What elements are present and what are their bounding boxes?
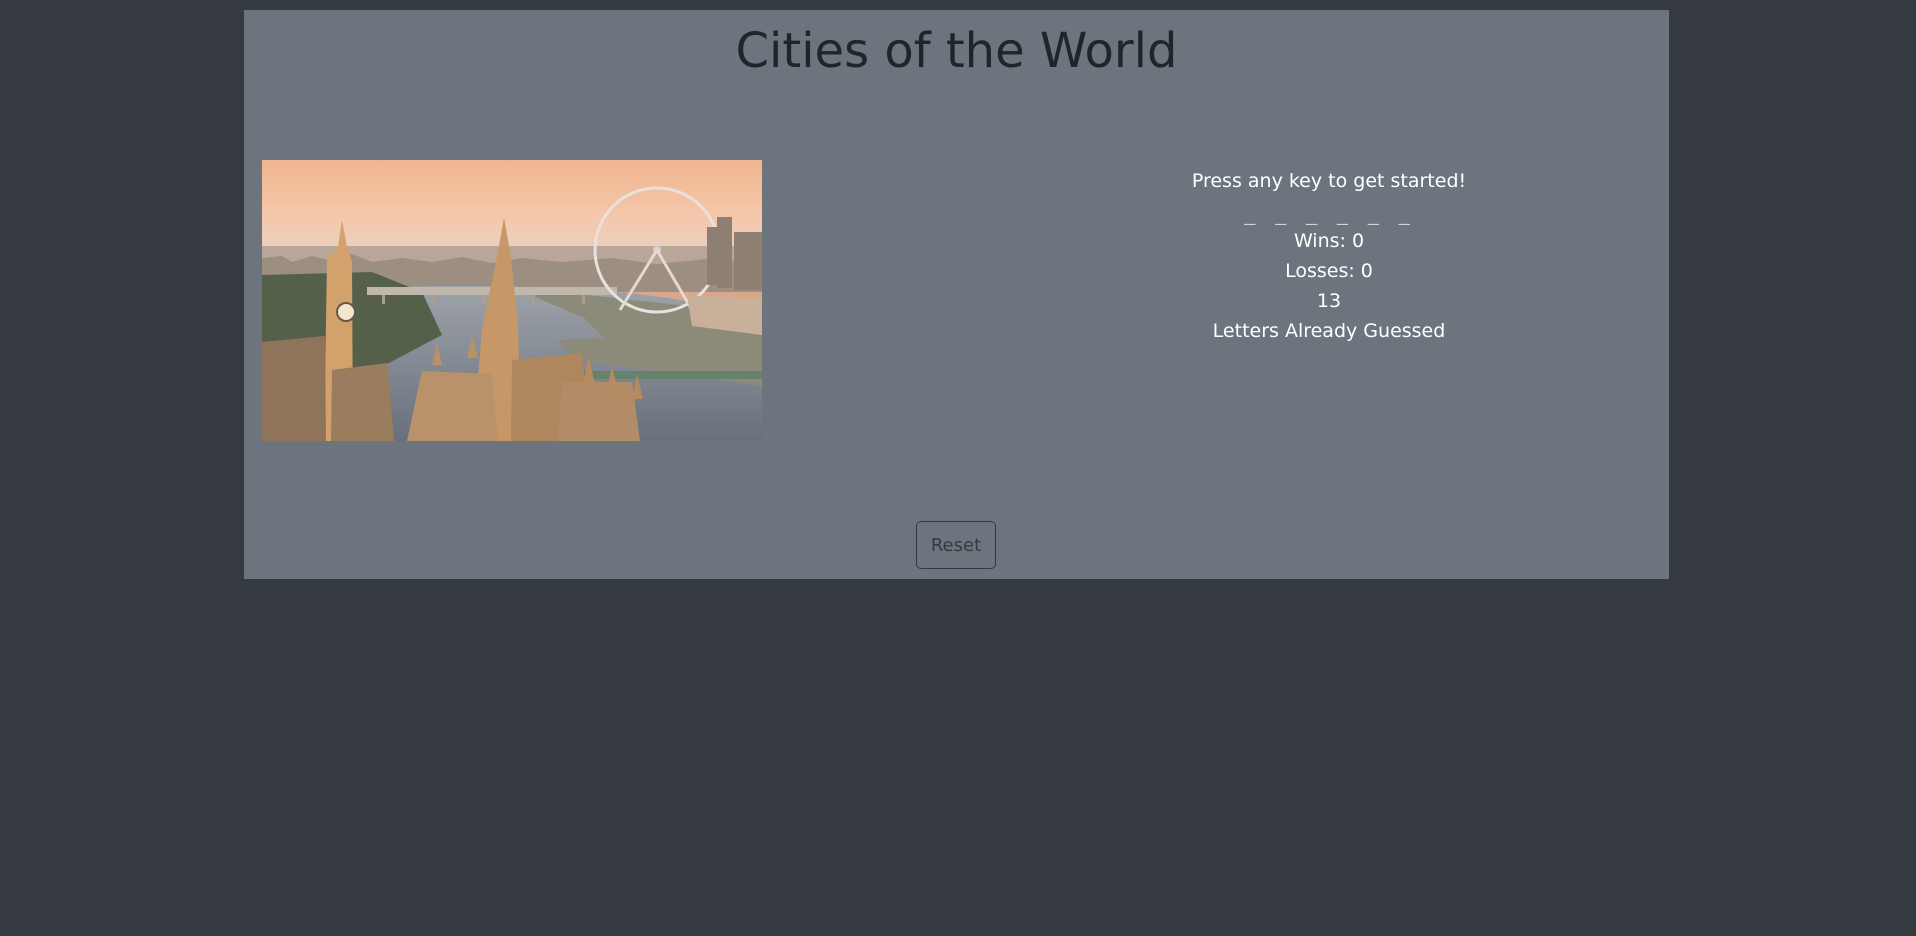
london-skyline-illustration — [262, 160, 762, 441]
reset-button[interactable]: Reset — [916, 521, 996, 569]
guesses-remaining: 13 — [1316, 290, 1342, 312]
losses-count: Losses: 0 — [1285, 260, 1373, 282]
city-image — [262, 160, 762, 441]
word-blanks: _ _ _ _ _ _ — [1244, 203, 1414, 225]
page-title: Cities of the World — [735, 23, 1178, 79]
wins-count: Wins: 0 — [1293, 230, 1365, 252]
game-status: Press any key to get started! _ _ _ _ _ … — [1079, 166, 1579, 346]
letters-guessed-label: Letters Already Guessed — [1212, 320, 1446, 342]
game-panel: Cities of the World Press any key to get… — [244, 10, 1669, 579]
start-prompt: Press any key to get started! — [1191, 170, 1467, 192]
